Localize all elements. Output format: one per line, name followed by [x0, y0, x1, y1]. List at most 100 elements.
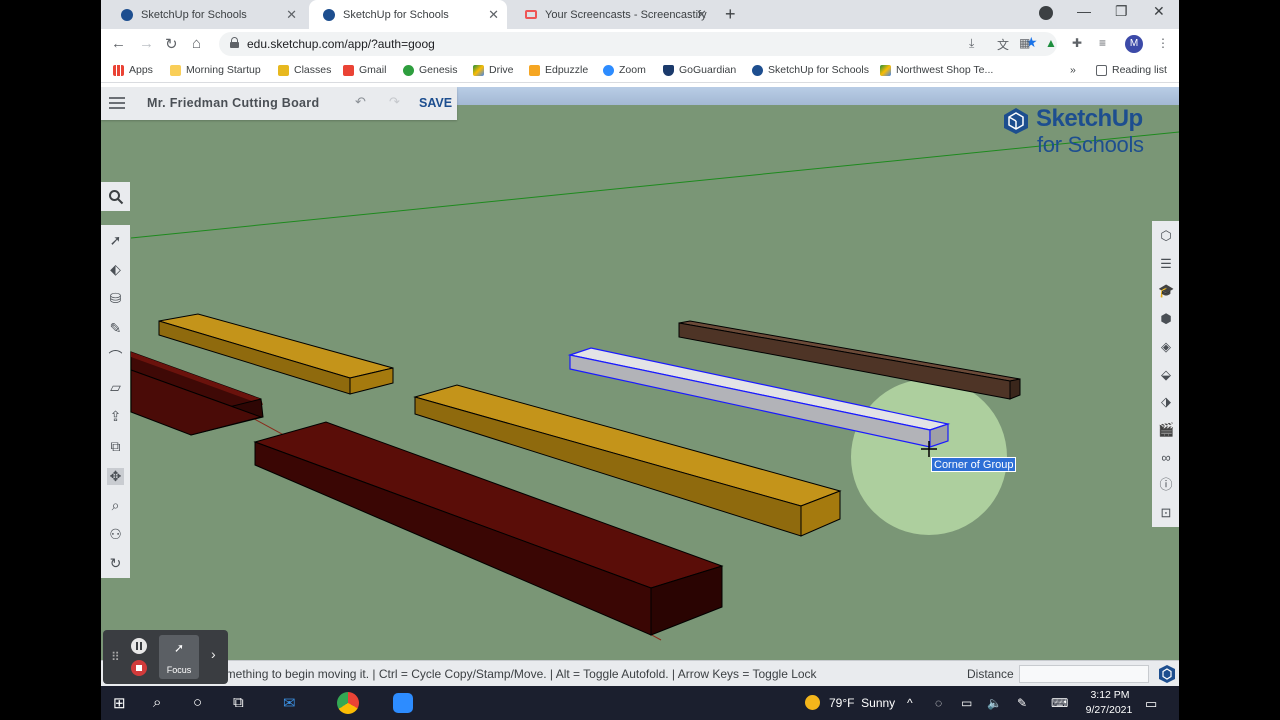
bookmark-classes[interactable]: Classes — [278, 64, 331, 76]
task-view-icon[interactable]: ⧉ — [233, 694, 244, 711]
url-text[interactable]: edu.sketchup.com/app/?auth=goog — [247, 37, 435, 51]
close-icon[interactable]: ✕ — [488, 7, 499, 23]
minimize-icon[interactable]: — — [1077, 3, 1091, 19]
orbit-tool-icon[interactable]: ↻ — [107, 555, 124, 572]
close-window-icon[interactable]: ✕ — [1153, 3, 1165, 20]
mail-icon[interactable]: ✉ — [283, 694, 296, 712]
eraser-tool-icon[interactable]: ⬖ — [107, 261, 124, 278]
new-tab-icon[interactable]: + — [725, 4, 736, 25]
translate-icon[interactable]: 文 — [997, 36, 1009, 53]
install-icon[interactable]: ⤓ — [969, 36, 974, 51]
undo-icon[interactable]: ↶ — [355, 94, 366, 110]
chevron-up-icon[interactable]: ^ — [907, 696, 913, 710]
tab-screencastify[interactable]: Your Screencasts - Screencastify ✕ — [511, 0, 715, 29]
bookmark-drive[interactable]: Drive — [473, 64, 514, 76]
select-tool-icon[interactable]: ➚ — [107, 232, 124, 249]
reading-list[interactable]: Reading list — [1096, 64, 1167, 76]
tape-measure-tool-icon[interactable]: ⌕ — [107, 497, 124, 514]
drive-extension-icon[interactable]: ▲ — [1045, 36, 1057, 50]
info-icon[interactable]: ⓘ — [1158, 477, 1174, 493]
drag-handle-icon[interactable]: ⠿ — [111, 650, 120, 664]
home-icon[interactable]: ⌂ — [192, 35, 201, 52]
tab-sketchup-1[interactable]: SketchUp for Schools ✕ — [107, 0, 305, 29]
volume-icon[interactable]: 🔈 — [987, 696, 1002, 710]
media-icon[interactable]: ≡ — [1099, 36, 1106, 50]
clock-time[interactable]: 3:12 PM — [1085, 689, 1135, 701]
rectangle-tool-icon[interactable]: ▱ — [107, 379, 124, 396]
bookmark-apps[interactable]: Apps — [113, 64, 153, 76]
offset-tool-icon[interactable]: ⧉ — [107, 438, 124, 455]
browser-tab-bar: SketchUp for Schools ✕ SketchUp for Scho… — [101, 0, 1179, 29]
app-header: Mr. Friedman Cutting Board ↶ ↷ SAVE — [101, 87, 457, 120]
redo-icon[interactable]: ↷ — [389, 94, 400, 110]
bookmark-edpuzzle[interactable]: Edpuzzle — [529, 64, 588, 76]
focus-button[interactable]: ➚ Focus — [159, 635, 199, 679]
move-tool-icon[interactable]: ✥ — [107, 468, 124, 485]
arc-tool-icon[interactable]: ⌒ — [107, 349, 124, 366]
solid-inspector-icon[interactable]: ⊡ — [1158, 505, 1174, 521]
display-icon[interactable]: ∞ — [1158, 450, 1174, 466]
chevron-right-icon[interactable]: › — [211, 646, 216, 662]
bookmark-northwest-shop[interactable]: Northwest Shop Te... — [880, 64, 993, 76]
hamburger-menu-icon[interactable] — [109, 97, 125, 109]
search-button[interactable] — [101, 182, 130, 211]
entity-info-icon[interactable]: ⬡ — [1158, 228, 1174, 244]
pen-icon[interactable]: ✎ — [1017, 696, 1027, 710]
network-icon[interactable]: ◌ — [935, 696, 942, 710]
clock-date[interactable]: 9/27/2021 — [1079, 704, 1139, 716]
bookmark-genesis[interactable]: Genesis — [403, 64, 458, 76]
notification-icon[interactable]: ▭ — [1145, 696, 1157, 712]
address-bar[interactable]: edu.sketchup.com/app/?auth=goog ⤓ 文 ★ — [219, 32, 1057, 56]
bookmark-goguardian[interactable]: GoGuardian — [663, 64, 736, 76]
scenes-icon[interactable]: 🎬 — [1158, 422, 1174, 438]
instructor-icon[interactable]: 🎓 — [1158, 283, 1174, 299]
board-padauk-left[interactable] — [130, 351, 264, 436]
pencil-tool-icon[interactable]: ✎ — [107, 320, 124, 337]
3d-scene[interactable] — [101, 87, 1179, 660]
close-icon[interactable]: ✕ — [696, 7, 707, 23]
cortana-icon[interactable]: ○ — [193, 694, 202, 711]
reload-icon[interactable]: ↻ — [165, 35, 178, 53]
restore-icon[interactable]: ❐ — [1115, 3, 1128, 20]
styles-icon[interactable]: ⬙ — [1158, 367, 1174, 383]
tab-search-icon[interactable] — [1039, 6, 1053, 20]
search-icon[interactable]: ⌕ — [153, 694, 161, 711]
paint-bucket-tool-icon[interactable]: ⛁ — [107, 290, 124, 307]
status-bar: omething to begin moving it. | Ctrl = Cy… — [101, 660, 1179, 686]
pause-button[interactable] — [131, 638, 147, 654]
chrome-icon[interactable] — [337, 692, 359, 714]
lock-icon — [230, 37, 239, 48]
walk-tool-icon[interactable]: ⚇ — [107, 526, 124, 543]
outliner-icon[interactable]: ☰ — [1158, 256, 1174, 272]
tab-sketchup-2[interactable]: SketchUp for Schools ✕ — [309, 0, 507, 29]
sketchup-icon — [752, 64, 763, 76]
menu-dots-icon[interactable]: ⋮ — [1157, 36, 1169, 50]
materials-icon[interactable]: ◈ — [1158, 339, 1174, 355]
components-icon[interactable]: ⬢ — [1158, 311, 1174, 327]
bookmark-sketchup[interactable]: SketchUp for Schools — [752, 64, 869, 76]
extensions-puzzle-icon[interactable]: ✚ — [1072, 36, 1082, 50]
avatar[interactable]: M — [1125, 35, 1143, 53]
forward-icon[interactable]: → — [139, 35, 154, 52]
zoom-app-icon[interactable] — [393, 693, 413, 713]
keyboard-icon[interactable]: ⌨ — [1051, 696, 1068, 710]
bookmarks-more-icon[interactable]: » — [1070, 64, 1076, 76]
distance-input[interactable] — [1019, 665, 1149, 683]
tags-icon[interactable]: ⬗ — [1158, 394, 1174, 410]
back-icon[interactable]: ← — [111, 35, 126, 52]
document-title[interactable]: Mr. Friedman Cutting Board — [147, 96, 319, 110]
battery-icon[interactable]: ▭ — [961, 696, 972, 710]
extension-grid-icon[interactable]: ▦ — [1019, 36, 1030, 50]
sketchup-logo-icon — [1004, 108, 1028, 134]
bookmark-zoom[interactable]: Zoom — [603, 64, 646, 76]
save-button[interactable]: SAVE — [419, 96, 452, 110]
bookmark-gmail[interactable]: Gmail — [343, 64, 386, 76]
close-icon[interactable]: ✕ — [286, 7, 297, 23]
windows-start-icon[interactable]: ⊞ — [113, 694, 126, 712]
brand-title: SketchUp — [1036, 105, 1143, 132]
stop-button[interactable] — [131, 660, 147, 676]
bookmark-morning-startup[interactable]: Morning Startup — [170, 64, 261, 76]
sketchup-3d-viewport[interactable]: Corner of Group Mr. Friedman Cutting Boa… — [101, 87, 1179, 660]
push-pull-tool-icon[interactable]: ⇪ — [107, 408, 124, 425]
weather[interactable]: 79°F Sunny — [829, 696, 895, 710]
